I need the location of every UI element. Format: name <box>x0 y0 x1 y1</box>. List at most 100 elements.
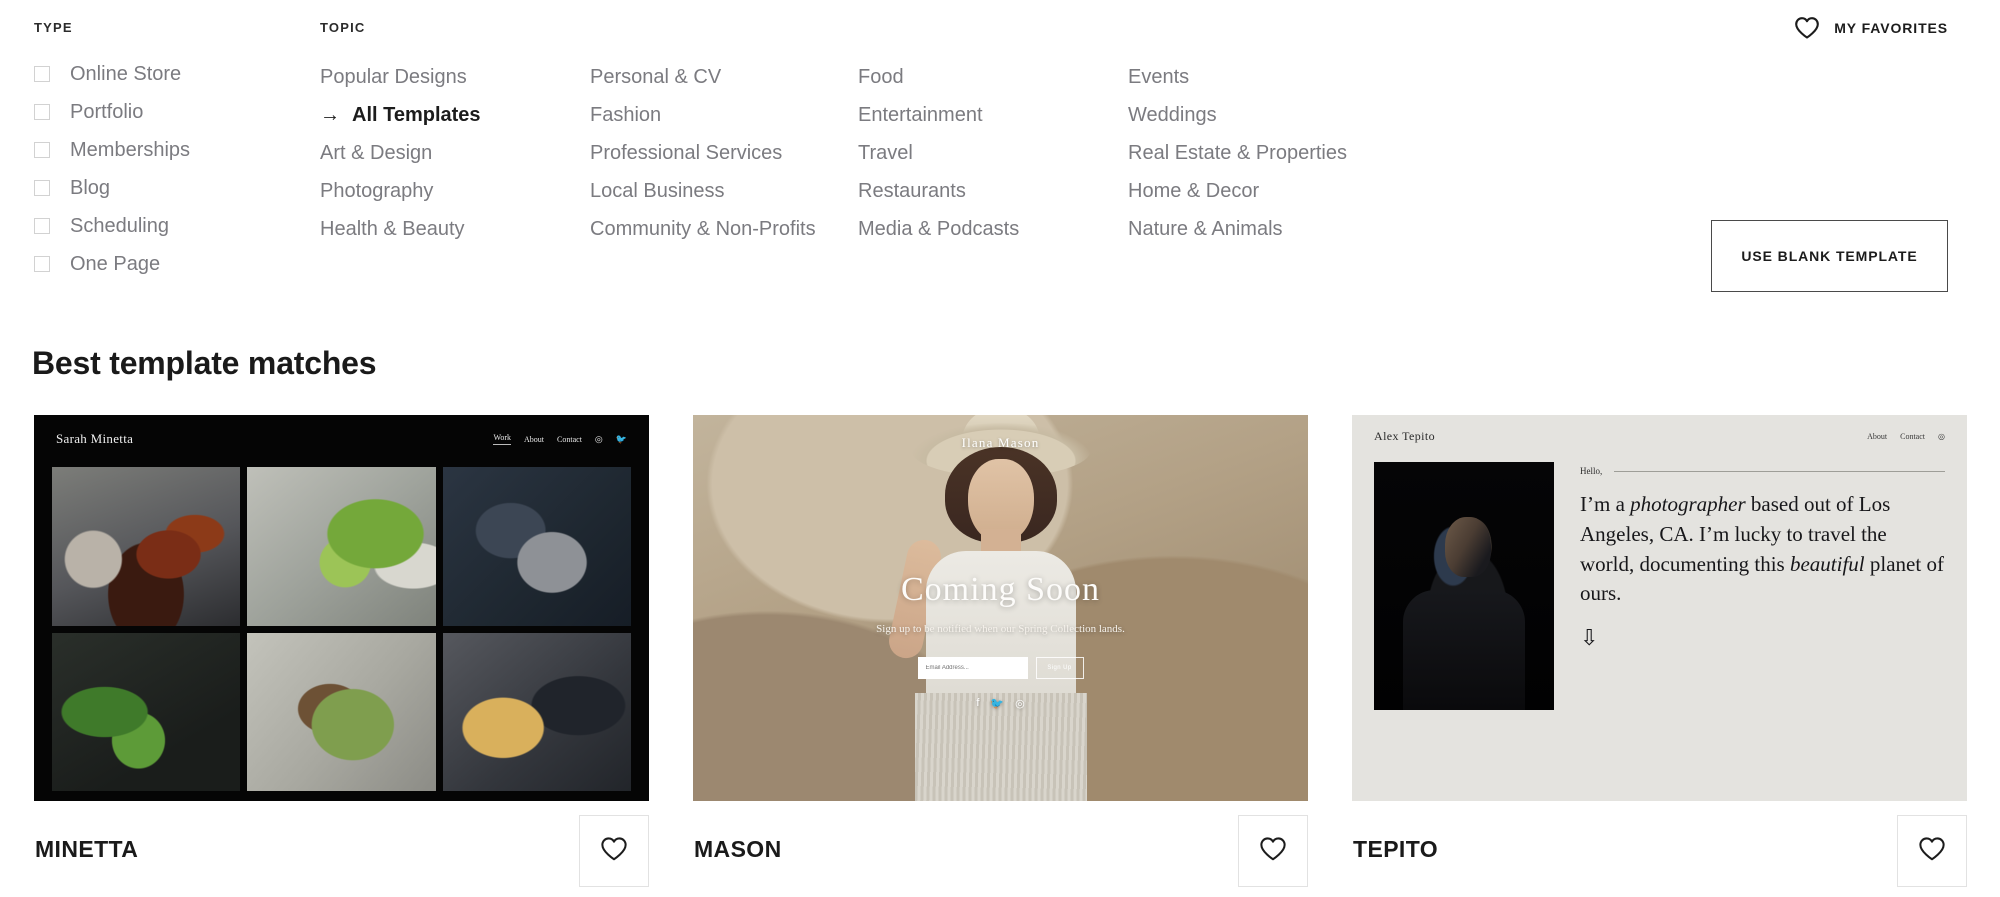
type-filter-memberships[interactable]: Memberships <box>34 131 284 169</box>
topic-item-label: Entertainment <box>858 103 983 126</box>
topic-item-personal-cv[interactable]: Personal & CV <box>590 58 816 96</box>
favorite-toggle-tepito[interactable] <box>1897 815 1967 887</box>
my-favorites-button[interactable]: MY FAVORITES <box>1794 16 1948 40</box>
type-filter-label: Portfolio <box>70 101 144 123</box>
topic-item-media-podcasts[interactable]: Media & Podcasts <box>858 210 1019 248</box>
type-filter-one-page[interactable]: One Page <box>34 245 284 283</box>
topic-item-label: Professional Services <box>590 141 783 164</box>
topic-item-label: Home & Decor <box>1128 179 1260 202</box>
topic-item-label: Art & Design <box>320 141 433 164</box>
topic-item-label: Nature & Animals <box>1128 217 1283 240</box>
preview-nav-link-contact: Contact <box>1900 432 1926 441</box>
topic-item-health-beauty[interactable]: Health & Beauty <box>320 210 481 248</box>
checkbox-portfolio[interactable] <box>34 104 50 120</box>
arrow-right-icon: → <box>320 104 340 126</box>
topic-item-label: Food <box>858 65 904 88</box>
card-footer: TEPITO <box>1352 801 1967 897</box>
template-name: MASON <box>694 835 782 862</box>
checkbox-one-page[interactable] <box>34 256 50 272</box>
template-card-mason[interactable]: Ilana Mason Coming Soon Sign up to be no… <box>693 415 1308 897</box>
template-name: MINETTA <box>35 835 139 862</box>
topic-item-label: Fashion <box>590 103 662 126</box>
type-filter-online-store[interactable]: Online Store <box>34 55 284 93</box>
preview-nav-links: About Contact ◎ <box>1867 432 1945 441</box>
page-title: Best template matches <box>32 345 377 381</box>
topic-item-food[interactable]: Food <box>858 58 1019 96</box>
preview-nav-link-about: About <box>1867 432 1888 441</box>
topic-item-nature-animals[interactable]: Nature & Animals <box>1128 210 1347 248</box>
preview-photo-tile <box>247 467 436 626</box>
type-filter-blog[interactable]: Blog <box>34 169 284 207</box>
topic-item-label: Events <box>1128 65 1190 88</box>
preview-portrait-photo <box>1374 462 1554 710</box>
topic-item-popular-designs[interactable]: Popular Designs <box>320 58 481 96</box>
my-favorites-label: MY FAVORITES <box>1834 20 1948 36</box>
type-filter-scheduling[interactable]: Scheduling <box>34 207 284 245</box>
instagram-icon: ◎ <box>1938 432 1945 441</box>
preview-photo-tile <box>52 632 241 791</box>
type-filter-portfolio[interactable]: Portfolio <box>34 93 284 131</box>
topic-item-home-decor[interactable]: Home & Decor <box>1128 172 1347 210</box>
preview-social-links: f 🐦 ◎ <box>976 697 1024 710</box>
preview-body: Hello, I’m a photographer based out of L… <box>1352 444 1967 710</box>
topic-item-professional-services[interactable]: Professional Services <box>590 134 816 172</box>
topic-item-label: Photography <box>320 179 434 202</box>
instagram-icon: ◎ <box>594 433 603 444</box>
topic-column-2: Personal & CV Fashion Professional Servi… <box>590 58 816 248</box>
preview-email-input[interactable] <box>917 657 1028 679</box>
topic-item-label: Weddings <box>1128 103 1217 126</box>
preview-photo-tile <box>442 632 631 791</box>
topic-item-art-design[interactable]: Art & Design <box>320 134 481 172</box>
template-preview-mason[interactable]: Ilana Mason Coming Soon Sign up to be no… <box>693 415 1308 801</box>
preview-nav: Sarah Minetta Work About Contact ◎ 🐦 <box>34 415 649 463</box>
topic-item-label: Health & Beauty <box>320 217 465 240</box>
heart-outline-icon <box>1918 836 1946 867</box>
type-filter-label: Online Store <box>70 63 182 85</box>
topic-item-real-estate-properties[interactable]: Real Estate & Properties <box>1128 134 1347 172</box>
checkbox-scheduling[interactable] <box>34 218 50 234</box>
heart-outline-icon <box>600 836 628 867</box>
template-card-grid: Sarah Minetta Work About Contact ◎ 🐦 MIN <box>0 415 2000 897</box>
topic-item-local-business[interactable]: Local Business <box>590 172 816 210</box>
favorite-toggle-mason[interactable] <box>1238 815 1308 887</box>
topic-item-all-templates[interactable]: → All Templates <box>320 96 481 134</box>
topic-item-events[interactable]: Events <box>1128 58 1347 96</box>
topic-column-3: Food Entertainment Travel Restaurants Me… <box>858 58 1019 248</box>
checkbox-blog[interactable] <box>34 180 50 196</box>
heart-outline-icon <box>1794 16 1820 40</box>
favorite-toggle-minetta[interactable] <box>579 815 649 887</box>
topic-item-label: Local Business <box>590 179 725 202</box>
preview-signup-button[interactable]: Sign Up <box>1035 657 1084 679</box>
topic-item-restaurants[interactable]: Restaurants <box>858 172 1019 210</box>
topic-item-community-non-profits[interactable]: Community & Non-Profits <box>590 210 816 248</box>
topic-column-header: TOPIC <box>320 20 366 35</box>
preview-text-block: Hello, I’m a photographer based out of L… <box>1580 462 1945 710</box>
preview-nav: Alex Tepito About Contact ◎ <box>1352 415 1967 444</box>
template-card-tepito[interactable]: Alex Tepito About Contact ◎ Hello, I’m a… <box>1352 415 1967 897</box>
topic-item-label: Real Estate & Properties <box>1128 141 1347 164</box>
topic-item-label: Personal & CV <box>590 65 722 88</box>
topic-item-entertainment[interactable]: Entertainment <box>858 96 1019 134</box>
topic-item-fashion[interactable]: Fashion <box>590 96 816 134</box>
topic-column-4: Events Weddings Real Estate & Properties… <box>1128 58 1347 248</box>
topic-column-1: Popular Designs → All Templates Art & De… <box>320 58 481 248</box>
facebook-icon: f <box>976 697 980 709</box>
topic-item-photography[interactable]: Photography <box>320 172 481 210</box>
preview-photo-tile <box>247 632 436 791</box>
template-preview-minetta[interactable]: Sarah Minetta Work About Contact ◎ 🐦 <box>34 415 649 801</box>
topic-item-label: Travel <box>858 141 913 164</box>
template-preview-tepito[interactable]: Alex Tepito About Contact ◎ Hello, I’m a… <box>1352 415 1967 801</box>
topic-item-label: Community & Non-Profits <box>590 217 816 240</box>
type-filter-label: One Page <box>70 253 161 275</box>
topic-item-travel[interactable]: Travel <box>858 134 1019 172</box>
checkbox-memberships[interactable] <box>34 142 50 158</box>
type-filter-column: TYPE Online Store Portfolio Memberships … <box>34 20 284 283</box>
preview-heading: Coming Soon <box>901 571 1100 608</box>
use-blank-template-button[interactable]: USE BLANK TEMPLATE <box>1711 220 1948 292</box>
checkbox-online-store[interactable] <box>34 66 50 82</box>
preview-hello-row: Hello, <box>1580 466 1945 476</box>
template-card-minetta[interactable]: Sarah Minetta Work About Contact ◎ 🐦 MIN <box>34 415 649 897</box>
topic-item-weddings[interactable]: Weddings <box>1128 96 1347 134</box>
preview-subtext: Sign up to be notified when our Spring C… <box>876 623 1125 635</box>
use-blank-template-label: USE BLANK TEMPLATE <box>1741 248 1918 264</box>
